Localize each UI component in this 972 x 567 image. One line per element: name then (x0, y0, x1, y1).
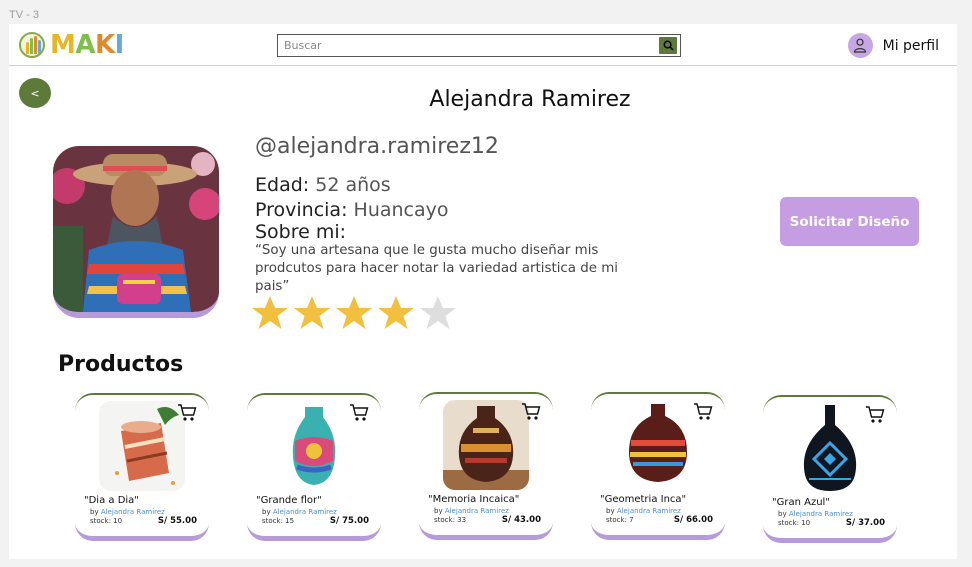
my-profile-label: Mi perfil (882, 37, 939, 54)
product-image[interactable] (99, 401, 185, 491)
product-author: by Alejandra Ramirez (262, 508, 337, 516)
product-stock-value: 10 (801, 519, 811, 527)
product-author: by Alejandra Ramirez (90, 508, 165, 516)
product-author: by Alejandra Ramirez (606, 507, 681, 515)
product-image[interactable] (443, 400, 529, 490)
product-price: S/ 43.00 (501, 515, 541, 525)
star-empty-icon (420, 296, 456, 329)
product-image[interactable] (787, 403, 873, 493)
product-name: "Gran Azul" (772, 497, 830, 508)
product-card[interactable]: "Grande flor" by Alejandra Ramirez stock: … (247, 393, 381, 541)
my-profile-link[interactable]: Mi perfil (847, 33, 939, 58)
product-stock-label: stock (778, 519, 797, 527)
product-stock-label: stock (262, 517, 281, 525)
product-by-prefix: by (778, 510, 787, 518)
product-stock: stock: 10 (90, 517, 123, 525)
logo-mark-icon (19, 32, 45, 58)
product-image[interactable] (271, 401, 357, 491)
product-author-link[interactable]: Alejandra Ramirez (789, 510, 853, 518)
product-stock: stock: 33 (434, 516, 467, 524)
artisan-bio: “Soy una artesana que le gusta mucho dis… (255, 243, 619, 294)
product-by-prefix: by (90, 508, 99, 516)
cart-icon[interactable] (521, 402, 541, 421)
username: @alejandra.ramirez12 (255, 134, 499, 159)
province-line: Provincia: Huancayo (255, 199, 449, 221)
product-name: "Geometria Inca" (600, 494, 687, 505)
search-button[interactable] (659, 37, 677, 54)
product-author-link[interactable]: Alejandra Ramirez (273, 508, 337, 516)
logo-letter: A (75, 30, 95, 60)
product-stock-label: stock (434, 516, 453, 524)
province-value: Huancayo (353, 199, 449, 221)
rating-stars (249, 294, 459, 332)
logo-text: MAKI (50, 31, 124, 59)
search-icon (663, 40, 674, 51)
province-label: Provincia (255, 199, 342, 221)
logo-letter: K (95, 30, 115, 60)
search-input[interactable] (278, 35, 654, 56)
product-author: by Alejandra Ramirez (778, 510, 853, 518)
cart-icon[interactable] (865, 405, 885, 424)
product-stock-label: stock (606, 516, 625, 524)
cart-icon[interactable] (693, 402, 713, 421)
product-stock-label: stock (90, 517, 109, 525)
product-by-prefix: by (606, 507, 615, 515)
logo-letter: M (50, 30, 76, 60)
request-design-button[interactable]: Solicitar Diseño (780, 197, 919, 246)
about-label: Sobre mi (255, 221, 340, 243)
product-stock-value: 7 (629, 516, 634, 524)
age-label: Edad (255, 174, 303, 196)
product-image[interactable] (615, 400, 701, 490)
product-card[interactable]: "Gran Azul" by Alejandra Ramirez stock: 10… (763, 395, 897, 543)
product-author: by Alejandra Ramirez (434, 507, 509, 515)
product-stock-value: 10 (113, 517, 123, 525)
page-title: Alejandra Ramirez (429, 87, 631, 112)
product-price: S/ 37.00 (845, 518, 885, 528)
frame-label: TV - 3 (9, 9, 39, 21)
product-stock: stock: 10 (778, 519, 811, 527)
product-price: S/ 75.00 (329, 516, 369, 526)
product-stock-value: 33 (457, 516, 467, 524)
product-stock-value: 15 (285, 517, 295, 525)
product-name: "Grande flor" (256, 495, 322, 506)
product-author-link[interactable]: Alejandra Ramirez (101, 508, 165, 516)
artisan-photo (53, 146, 219, 318)
product-card[interactable]: "Memoria Incaica" by Alejandra Ramirez sto… (419, 392, 553, 540)
product-card[interactable]: "Geometria Inca" by Alejandra Ramirez stoc… (591, 392, 725, 540)
product-stock: stock: 7 (606, 516, 634, 524)
top-bar: MAKI Mi perfil (9, 24, 957, 66)
age-value: 52 años (315, 174, 391, 196)
product-author-link[interactable]: Alejandra Ramirez (617, 507, 681, 515)
product-stock: stock: 15 (262, 517, 295, 525)
product-price: S/ 66.00 (673, 515, 713, 525)
star-filled-icon (378, 296, 414, 329)
page-canvas: MAKI Mi perfil < Alejandra Ramirez (9, 24, 957, 559)
product-card[interactable]: "Dia a Dia" by Alejandra Ramirez stock: 10… (75, 393, 209, 541)
product-author-link[interactable]: Alejandra Ramirez (445, 507, 509, 515)
logo-letter: I (114, 30, 125, 60)
product-by-prefix: by (434, 507, 443, 515)
cart-icon[interactable] (349, 403, 369, 422)
about-line: Sobre mi: (255, 221, 347, 243)
star-filled-icon (336, 296, 372, 329)
user-icon (847, 33, 873, 58)
product-by-prefix: by (262, 508, 271, 516)
cart-icon[interactable] (177, 403, 197, 422)
star-filled-icon (252, 296, 288, 329)
products-title: Productos (58, 352, 184, 377)
product-name: "Memoria Incaica" (428, 494, 520, 505)
search-box (277, 34, 681, 57)
age-line: Edad: 52 años (255, 174, 391, 196)
product-price: S/ 55.00 (157, 516, 197, 526)
star-filled-icon (294, 296, 330, 329)
logo[interactable]: MAKI (19, 31, 124, 59)
product-name: "Dia a Dia" (84, 495, 139, 506)
